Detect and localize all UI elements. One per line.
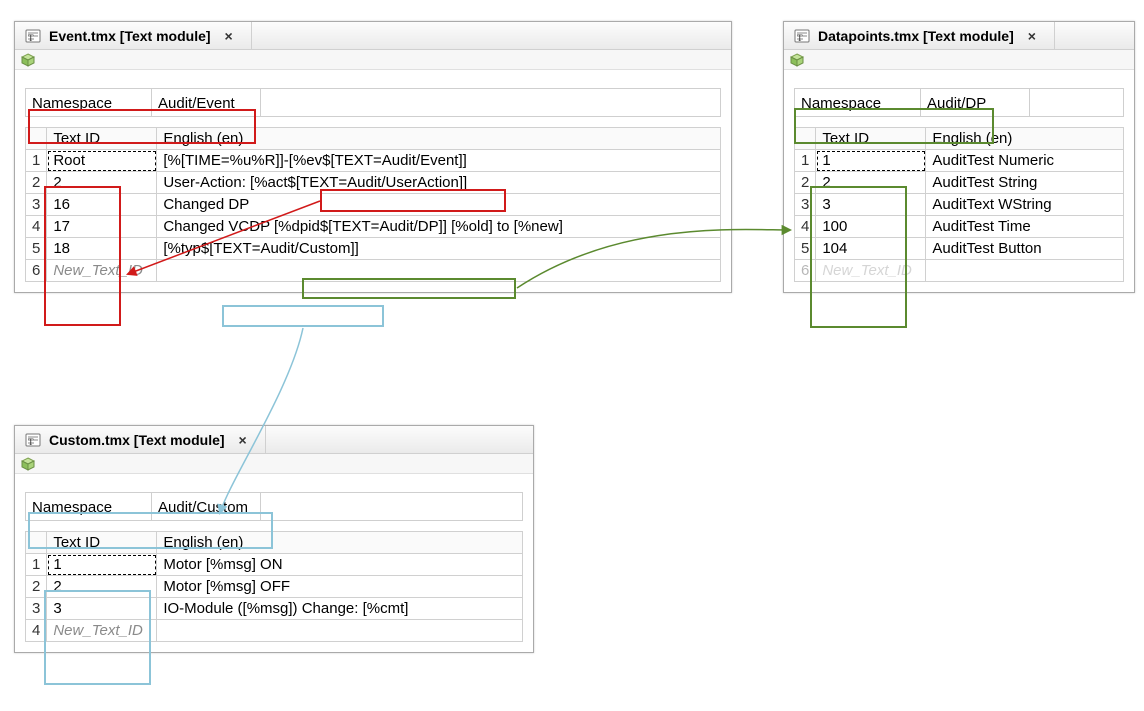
table-row[interactable]: 5 18 [%typ$[TEXT=Audit/Custom]] (26, 238, 721, 260)
cell-english[interactable] (926, 260, 1124, 282)
close-button[interactable]: × (1024, 28, 1040, 44)
cell-english[interactable]: Motor [%msg] ON (157, 554, 523, 576)
cell-text-id[interactable]: 104 (816, 238, 926, 260)
cell-text-id[interactable]: 1 (47, 554, 157, 576)
cell-english[interactable]: Changed VCDP [%dpid$[TEXT=Audit/DP]] [%o… (157, 216, 721, 238)
cell-text-id[interactable]: 17 (47, 216, 157, 238)
header-row: Text ID English (en) (795, 128, 1124, 150)
cell-text-id[interactable]: 2 (47, 576, 157, 598)
svg-text:T: T (28, 33, 34, 43)
table-row[interactable]: 3 3 AuditText WString (795, 194, 1124, 216)
table-row[interactable]: 2 2 Motor [%msg] OFF (26, 576, 523, 598)
cell-text-id[interactable]: New_Text_ID (47, 620, 157, 642)
namespace-label: Namespace (25, 492, 151, 521)
namespace-label: Namespace (25, 88, 151, 117)
cell-text-id[interactable]: Root (47, 150, 157, 172)
col-english[interactable]: English (en) (926, 128, 1124, 150)
table-row[interactable]: 6 New_Text_ID (795, 260, 1124, 282)
cube-icon (790, 53, 804, 67)
col-text-id[interactable]: Text ID (47, 128, 157, 150)
col-text-id[interactable]: Text ID (47, 532, 157, 554)
cell-text-id[interactable]: 3 (47, 598, 157, 620)
cell-english[interactable]: AuditTest Time (926, 216, 1124, 238)
hl-event-custom-ref (222, 305, 384, 327)
table-row[interactable]: 2 2 AuditTest String (795, 172, 1124, 194)
cell-english[interactable]: AuditTest Button (926, 238, 1124, 260)
panel-title: Event.tmx [Text module] (49, 28, 211, 44)
cell-text-id[interactable]: 100 (816, 216, 926, 238)
cell-text-id[interactable]: 2 (816, 172, 926, 194)
cube-icon (21, 457, 35, 471)
cell-english[interactable]: Motor [%msg] OFF (157, 576, 523, 598)
cube-icon (21, 53, 35, 67)
cell-english[interactable] (157, 260, 721, 282)
table-row[interactable]: 5 104 AuditTest Button (795, 238, 1124, 260)
namespace-row: Namespace Audit/Custom (25, 492, 523, 521)
cell-english[interactable]: [%typ$[TEXT=Audit/Custom]] (157, 238, 721, 260)
col-text-id[interactable]: Text ID (816, 128, 926, 150)
col-english[interactable]: English (en) (157, 532, 523, 554)
table-row[interactable]: 4 17 Changed VCDP [%dpid$[TEXT=Audit/DP]… (26, 216, 721, 238)
cell-english[interactable] (157, 620, 523, 642)
event-grid[interactable]: Text ID English (en) 1 Root [%[TIME=%u%R… (25, 127, 721, 282)
cell-text-id[interactable]: 2 (47, 172, 157, 194)
titlebar: T Custom.tmx [Text module] × (15, 426, 533, 454)
header-row: Text ID English (en) (26, 532, 523, 554)
event-panel: T Event.tmx [Text module] × Namespace Au… (14, 21, 732, 293)
cell-english[interactable]: AuditTest Numeric (926, 150, 1124, 172)
toolbar (15, 50, 731, 70)
namespace-label: Namespace (794, 88, 920, 117)
text-module-icon: T (25, 28, 41, 44)
cell-text-id[interactable]: 18 (47, 238, 157, 260)
namespace-row: Namespace Audit/DP (794, 88, 1124, 117)
cell-english[interactable]: AuditTest String (926, 172, 1124, 194)
namespace-row: Namespace Audit/Event (25, 88, 721, 117)
cell-text-id[interactable]: 3 (816, 194, 926, 216)
toolbar (784, 50, 1134, 70)
cell-text-id[interactable]: New_Text_ID (816, 260, 926, 282)
table-row[interactable]: 2 2 User-Action: [%act$[TEXT=Audit/UserA… (26, 172, 721, 194)
cell-english[interactable]: AuditText WString (926, 194, 1124, 216)
cell-english[interactable]: IO-Module ([%msg]) Change: [%cmt] (157, 598, 523, 620)
namespace-value[interactable]: Audit/Event (151, 88, 261, 117)
datapoints-grid[interactable]: Text ID English (en) 1 1 AuditTest Numer… (794, 127, 1124, 282)
cell-text-id[interactable]: New_Text_ID (47, 260, 157, 282)
title-tab: T Custom.tmx [Text module] × (25, 426, 266, 453)
close-button[interactable]: × (221, 28, 237, 44)
table-row[interactable]: 1 Root [%[TIME=%u%R]]-[%ev$[TEXT=Audit/E… (26, 150, 721, 172)
text-module-icon: T (794, 28, 810, 44)
table-row[interactable]: 4 100 AuditTest Time (795, 216, 1124, 238)
custom-grid[interactable]: Text ID English (en) 1 1 Motor [%msg] ON… (25, 531, 523, 642)
toolbar (15, 454, 533, 474)
panel-title: Datapoints.tmx [Text module] (818, 28, 1014, 44)
datapoints-panel: T Datapoints.tmx [Text module] × Namespa… (783, 21, 1135, 293)
header-row: Text ID English (en) (26, 128, 721, 150)
cell-english[interactable]: User-Action: [%act$[TEXT=Audit/UserActio… (157, 172, 721, 194)
table-row[interactable]: 3 16 Changed DP (26, 194, 721, 216)
panel-title: Custom.tmx [Text module] (49, 432, 225, 448)
svg-text:T: T (28, 437, 34, 447)
table-row[interactable]: 6 New_Text_ID (26, 260, 721, 282)
table-row[interactable]: 1 1 Motor [%msg] ON (26, 554, 523, 576)
table-row[interactable]: 3 3 IO-Module ([%msg]) Change: [%cmt] (26, 598, 523, 620)
table-row[interactable]: 4 New_Text_ID (26, 620, 523, 642)
namespace-value[interactable]: Audit/Custom (151, 492, 261, 521)
cell-english[interactable]: [%[TIME=%u%R]]-[%ev$[TEXT=Audit/Event]] (157, 150, 721, 172)
titlebar: T Event.tmx [Text module] × (15, 22, 731, 50)
col-english[interactable]: English (en) (157, 128, 721, 150)
close-button[interactable]: × (235, 432, 251, 448)
namespace-value[interactable]: Audit/DP (920, 88, 1030, 117)
cell-text-id[interactable]: 16 (47, 194, 157, 216)
cell-text-id[interactable]: 1 (816, 150, 926, 172)
title-tab: T Event.tmx [Text module] × (25, 22, 252, 49)
table-row[interactable]: 1 1 AuditTest Numeric (795, 150, 1124, 172)
cell-english[interactable]: Changed DP (157, 194, 721, 216)
custom-panel: T Custom.tmx [Text module] × Namespace A… (14, 425, 534, 653)
title-tab: T Datapoints.tmx [Text module] × (794, 22, 1055, 49)
titlebar: T Datapoints.tmx [Text module] × (784, 22, 1134, 50)
svg-text:T: T (797, 33, 803, 43)
text-module-icon: T (25, 432, 41, 448)
